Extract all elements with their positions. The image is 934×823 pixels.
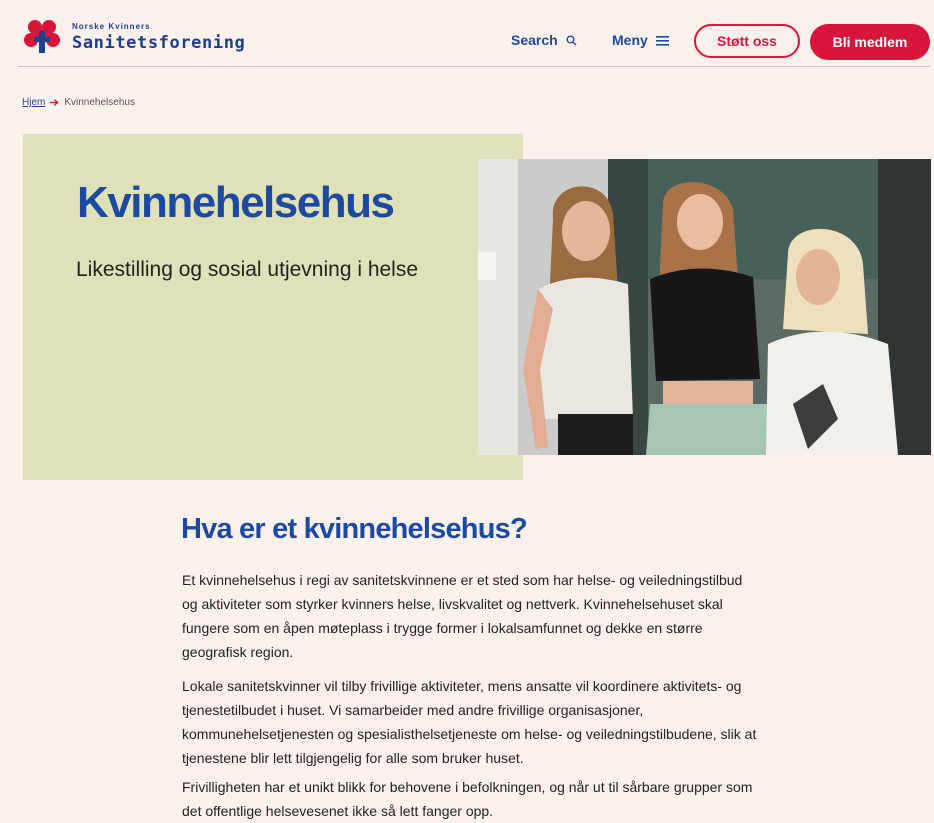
article-paragraph: Et kvinnehelsehus i regi av sanitetskvin… (182, 572, 743, 660)
breadcrumb: Hjem Kvinnehelsehus (22, 97, 135, 108)
hamburger-menu-icon (655, 35, 669, 46)
logo-wordmark: Sanitetsforening (72, 33, 246, 53)
menu-label: Meny (612, 32, 648, 48)
hero-photo-illustration (478, 159, 931, 455)
site-header: Norske Kvinners Sanitetsforening Search … (0, 0, 934, 66)
menu-button[interactable]: Meny (612, 32, 669, 48)
support-button[interactable]: Støtt oss (694, 24, 800, 58)
arrow-right-icon (50, 99, 60, 106)
search-label: Search (511, 32, 558, 48)
site-logo[interactable]: Norske Kvinners Sanitetsforening (22, 17, 245, 57)
article-paragraph: Lokale sanitetskvinner vil tilby frivill… (182, 678, 757, 766)
page-title: Kvinnehelsehus (77, 178, 395, 227)
hero-photo (478, 159, 931, 455)
article-heading: Hva er et kvinnehelsehus? (181, 513, 528, 545)
shamrock-cross-logo-icon (24, 20, 60, 53)
search-button[interactable]: Search (511, 32, 577, 48)
breadcrumb-home-link[interactable]: Hjem (22, 97, 45, 108)
breadcrumb-current: Kvinnehelsehus (64, 97, 135, 108)
logo-org-line: Norske Kvinners (72, 22, 151, 31)
article-paragraph: Frivilligheten har et unikt blikk for be… (182, 779, 753, 819)
page-subtitle: Likestilling og sosial utjevning i helse (76, 258, 419, 281)
become-member-button[interactable]: Bli medlem (810, 24, 930, 60)
search-icon (566, 35, 577, 45)
header-divider (18, 66, 930, 67)
